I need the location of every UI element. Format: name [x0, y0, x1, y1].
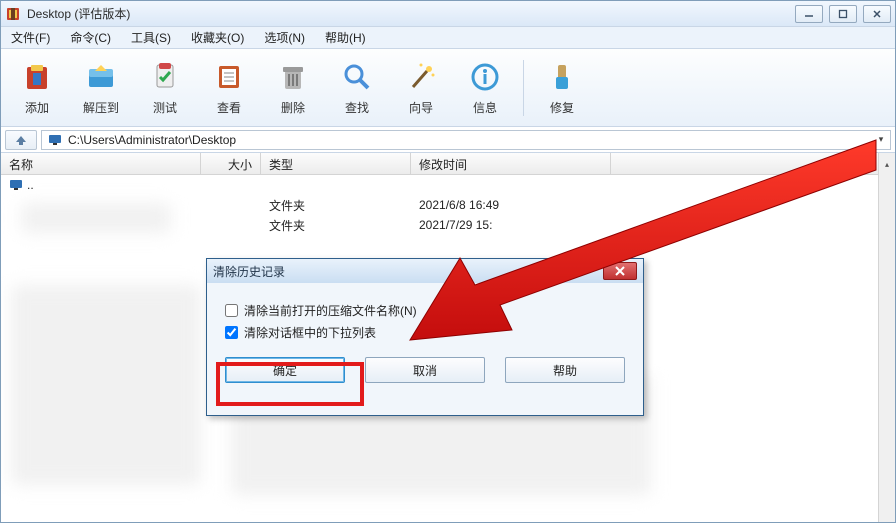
- row-type: 文件夹: [261, 217, 411, 234]
- address-dropdown[interactable]: ▾: [874, 132, 888, 148]
- col-type[interactable]: 类型: [261, 153, 411, 174]
- minimize-button[interactable]: [795, 5, 823, 23]
- tool-wizard[interactable]: 向导: [391, 53, 451, 123]
- up-button[interactable]: [5, 130, 37, 150]
- row-name: ..: [27, 178, 34, 192]
- menu-options[interactable]: 选项(N): [254, 27, 315, 48]
- cancel-button[interactable]: 取消: [365, 357, 485, 383]
- tool-extract[interactable]: 解压到: [71, 53, 131, 123]
- check-clear-dropdown-lists[interactable]: 清除对话框中的下拉列表: [225, 321, 625, 343]
- privacy-blur: [11, 285, 201, 485]
- help-button[interactable]: 帮助: [505, 357, 625, 383]
- tool-label: 查看: [217, 99, 241, 116]
- titlebar: Desktop (评估版本): [1, 1, 895, 27]
- toolbar: 添加 解压到 测试 查看 删除: [1, 49, 895, 127]
- add-archive-icon: [19, 59, 55, 95]
- dialog-body: 清除当前打开的压缩文件名称(N) 清除对话框中的下拉列表: [207, 283, 643, 343]
- menu-tools[interactable]: 工具(S): [121, 27, 181, 48]
- window-buttons: [795, 5, 891, 23]
- toolbar-separator: [523, 60, 524, 116]
- dialog-close-button[interactable]: [603, 262, 637, 280]
- tool-label: 测试: [153, 99, 177, 116]
- checkbox-label: 清除当前打开的压缩文件名称(N): [244, 302, 417, 319]
- tool-label: 解压到: [83, 99, 119, 116]
- view-icon: [211, 59, 247, 95]
- menu-file[interactable]: 文件(F): [1, 27, 60, 48]
- col-date[interactable]: 修改时间: [411, 153, 611, 174]
- extract-icon: [83, 59, 119, 95]
- list-row-up[interactable]: ..: [1, 175, 895, 195]
- close-button[interactable]: [863, 5, 891, 23]
- listview-header: 名称 大小 类型 修改时间 ▴: [1, 153, 895, 175]
- row-date: 2021/6/8 16:49: [411, 198, 611, 212]
- scroll-up-button[interactable]: ▴: [878, 153, 895, 175]
- up-arrow-icon: [14, 134, 28, 146]
- window-title: Desktop (评估版本): [27, 5, 795, 22]
- menu-fav[interactable]: 收藏夹(O): [181, 27, 254, 48]
- dialog-title: 清除历史记录: [213, 263, 285, 280]
- tool-delete[interactable]: 删除: [263, 53, 323, 123]
- row-date: 2021/7/29 15:: [411, 218, 611, 232]
- monitor-icon: [48, 134, 62, 146]
- maximize-button[interactable]: [829, 5, 857, 23]
- test-icon: [147, 59, 183, 95]
- clear-history-dialog: 清除历史记录 清除当前打开的压缩文件名称(N) 清除对话框中的下拉列表 确定 取…: [206, 258, 644, 416]
- dialog-buttons: 确定 取消 帮助: [207, 343, 643, 383]
- menu-command[interactable]: 命令(C): [60, 27, 121, 48]
- checkbox-2[interactable]: [225, 326, 238, 339]
- tool-label: 查找: [345, 99, 369, 116]
- repair-icon: [544, 59, 580, 95]
- tool-add[interactable]: 添加: [7, 53, 67, 123]
- checkbox-1[interactable]: [225, 304, 238, 317]
- dialog-titlebar: 清除历史记录: [207, 259, 643, 283]
- check-clear-archive-names[interactable]: 清除当前打开的压缩文件名称(N): [225, 299, 625, 321]
- find-icon: [339, 59, 375, 95]
- privacy-blur: [21, 203, 171, 233]
- tool-label: 修复: [550, 99, 574, 116]
- address-path: C:\Users\Administrator\Desktop: [68, 133, 236, 147]
- menu-help[interactable]: 帮助(H): [315, 27, 376, 48]
- col-size[interactable]: 大小: [201, 153, 261, 174]
- tool-label: 信息: [473, 99, 497, 116]
- row-type: 文件夹: [261, 197, 411, 214]
- tool-info[interactable]: 信息: [455, 53, 515, 123]
- vertical-scrollbar[interactable]: [878, 175, 895, 522]
- close-icon: [614, 266, 626, 276]
- ok-button[interactable]: 确定: [225, 357, 345, 383]
- tool-find[interactable]: 查找: [327, 53, 387, 123]
- address-input[interactable]: C:\Users\Administrator\Desktop ▾: [41, 130, 891, 150]
- checkbox-label: 清除对话框中的下拉列表: [244, 324, 376, 341]
- tool-view[interactable]: 查看: [199, 53, 259, 123]
- info-icon: [467, 59, 503, 95]
- menubar: 文件(F) 命令(C) 工具(S) 收藏夹(O) 选项(N) 帮助(H): [1, 27, 895, 49]
- app-icon: [5, 6, 21, 22]
- tool-label: 添加: [25, 99, 49, 116]
- col-name[interactable]: 名称: [1, 153, 201, 174]
- col-spacer: [611, 153, 895, 174]
- tool-test[interactable]: 测试: [135, 53, 195, 123]
- wizard-icon: [403, 59, 439, 95]
- monitor-icon: [9, 179, 23, 191]
- tool-repair[interactable]: 修复: [532, 53, 592, 123]
- delete-icon: [275, 59, 311, 95]
- tool-label: 删除: [281, 99, 305, 116]
- address-bar: C:\Users\Administrator\Desktop ▾: [1, 127, 895, 153]
- tool-label: 向导: [409, 99, 433, 116]
